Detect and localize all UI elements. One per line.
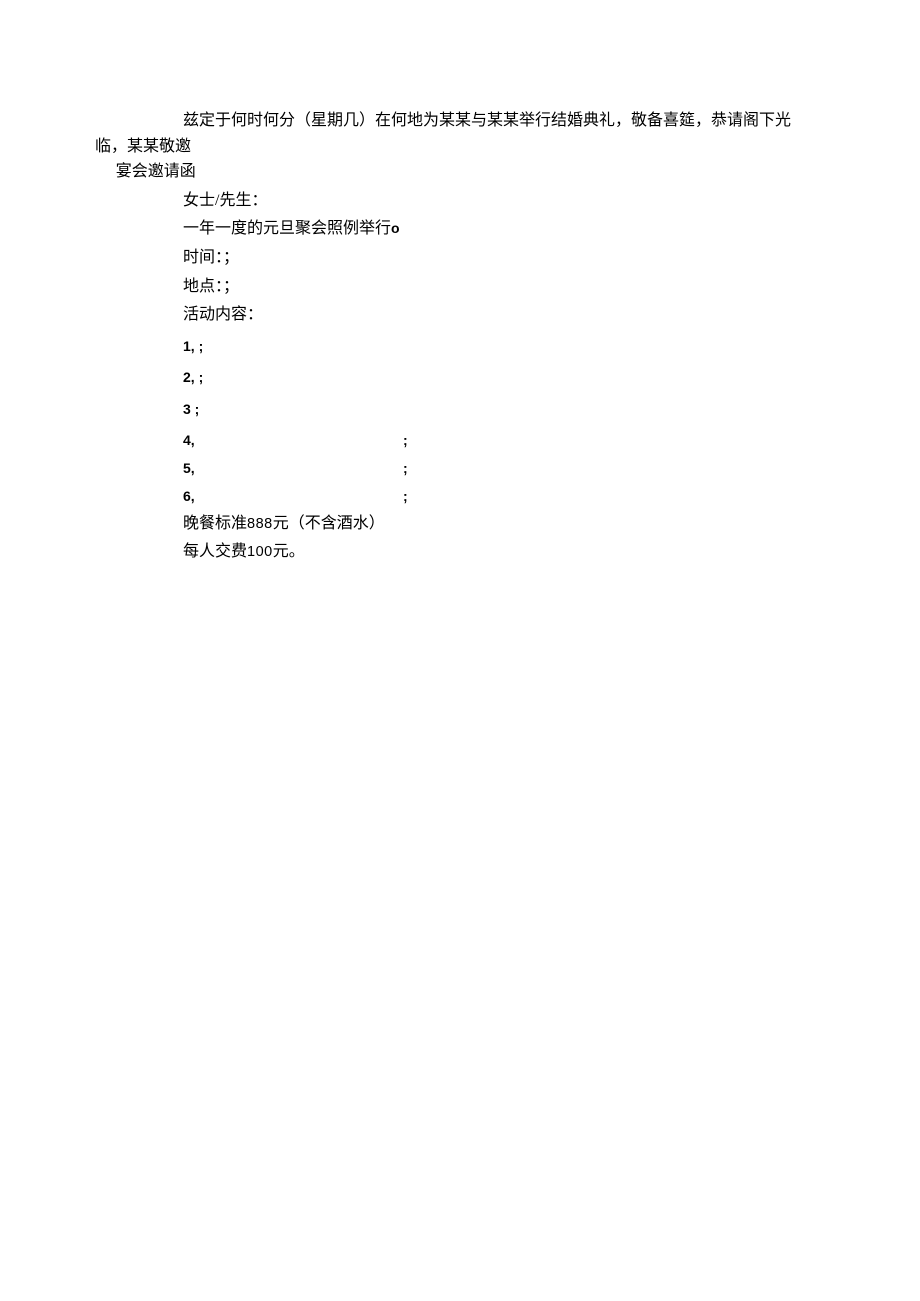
item-num-6: 6, [183, 485, 403, 507]
activity-item-1: 1, ; [95, 334, 825, 360]
item-tail-4: ; [403, 429, 408, 451]
item-tail-6: ; [403, 485, 408, 507]
activity-item-3: 3 ; [95, 397, 825, 423]
fee-suffix: 元。 [273, 543, 305, 560]
activity-item-4: 4, ; [95, 429, 825, 451]
time-line: 时间：； [95, 245, 825, 271]
activity-item-2: 2, ; [95, 365, 825, 391]
dinner-amount: 888 [247, 516, 273, 532]
intro-line: 一年一度的元旦聚会照例举行o [95, 216, 825, 242]
item-tail-5: ; [403, 457, 408, 479]
wedding-line-1: 兹定于何时何分（星期几）在何地为某某与某某举行结婚典礼，敬备喜筵，恭请阁下光 [95, 108, 825, 134]
fee-line: 每人交费100元。 [95, 539, 825, 565]
item-num-4: 4, [183, 429, 403, 451]
item-num-3: 3 ; [183, 398, 199, 420]
item-num-2: 2, ; [183, 366, 203, 388]
fee-prefix: 每人交费 [183, 543, 247, 560]
item-num-1: 1, ; [183, 335, 203, 357]
dinner-suffix: 元（不含酒水） [273, 515, 385, 532]
intro-suffix: o [391, 220, 400, 236]
activity-item-5: 5, ; [95, 457, 825, 479]
activity-label: 活动内容： [95, 302, 825, 328]
wedding-line-2: 临，某某敬邀 [95, 134, 825, 160]
place-line: 地点：； [95, 274, 825, 300]
fee-amount: 100 [247, 544, 273, 560]
activity-item-6: 6, ; [95, 485, 825, 507]
invitation-title: 宴会邀请函 [95, 159, 825, 185]
intro-text: 一年一度的元旦聚会照例举行 [183, 220, 391, 237]
dinner-standard: 晚餐标准888元（不含酒水） [95, 511, 825, 537]
dinner-prefix: 晚餐标准 [183, 515, 247, 532]
item-num-5: 5, [183, 457, 403, 479]
salutation: 女士/先生： [95, 188, 825, 214]
